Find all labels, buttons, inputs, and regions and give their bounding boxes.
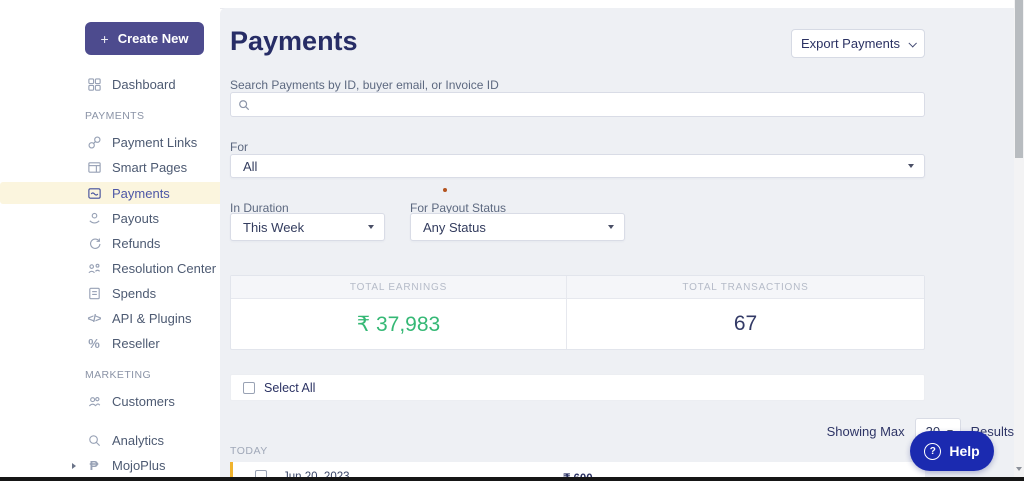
mojo-glyph: ₱: [90, 458, 99, 473]
sidebar-section-payments: PAYMENTS: [0, 107, 220, 124]
page-title: Payments: [230, 26, 358, 57]
totals-value-row: ₹ 37,983 67: [231, 299, 924, 349]
sidebar-item-resolution-center[interactable]: Resolution Center: [0, 256, 220, 281]
sidebar-item-reseller[interactable]: % Reseller: [0, 331, 220, 356]
sidebar-item-payments[interactable]: Payments: [0, 182, 220, 204]
link-icon: [86, 135, 102, 151]
dashboard-icon: [86, 77, 102, 93]
analytics-icon: [86, 433, 102, 449]
sidebar-item-label: MojoPlus: [112, 458, 165, 473]
sidebar-item-label: API & Plugins: [112, 311, 192, 326]
percent-icon: %: [86, 336, 102, 352]
pages-icon: [86, 160, 102, 176]
row-checkbox[interactable]: [255, 470, 267, 477]
scrollbar[interactable]: [1014, 0, 1024, 477]
export-payments-label: Export Payments: [801, 36, 900, 51]
sidebar-item-label: Reseller: [112, 336, 160, 351]
totals-header-row: TOTAL EARNINGS TOTAL TRANSACTIONS: [231, 276, 924, 299]
today-group-label: TODAY: [230, 445, 268, 457]
mojoplus-icon: ₱: [86, 458, 102, 474]
customers-people-icon: [86, 394, 102, 410]
sidebar-item-label: Payment Links: [112, 135, 197, 150]
refund-arrow-icon: [86, 236, 102, 252]
create-new-label: Create New: [118, 31, 189, 46]
for-filter-select[interactable]: All: [230, 154, 925, 178]
chevron-down-icon: [908, 39, 916, 47]
percent-glyph: %: [88, 336, 100, 351]
select-all-bar[interactable]: Select All: [230, 374, 925, 401]
sidebar-item-payment-links[interactable]: Payment Links: [0, 130, 220, 155]
scrollbar-down-arrow-icon[interactable]: [1016, 467, 1022, 471]
duration-filter-value: This Week: [243, 220, 304, 235]
caret-down-icon: [368, 225, 374, 229]
total-transactions-header: TOTAL TRANSACTIONS: [566, 276, 924, 298]
spends-doc-icon: [86, 286, 102, 302]
sidebar-item-api-plugins[interactable]: </> API & Plugins: [0, 306, 220, 331]
sidebar-item-label: Payouts: [112, 211, 159, 226]
search-input[interactable]: [230, 92, 925, 117]
export-payments-button[interactable]: Export Payments: [791, 29, 925, 58]
expand-caret-icon[interactable]: [72, 463, 76, 469]
for-filter-value: All: [243, 159, 257, 174]
payments-dashboard: + Create New Dashboard PAYMENTS Payment …: [0, 0, 1024, 481]
payout-status-filter-value: Any Status: [423, 220, 486, 235]
total-transactions-value: 67: [566, 299, 924, 349]
resolution-people-icon: [86, 261, 102, 277]
sidebar-section-marketing: MARKETING: [0, 366, 220, 383]
sidebar-item-label: Spends: [112, 286, 156, 301]
code-glyph: </>: [88, 313, 101, 325]
payment-row-partial[interactable]: Jun 20, 2023 ₹ 600: [230, 462, 925, 477]
sidebar-item-label: Dashboard: [112, 77, 176, 92]
create-new-button[interactable]: + Create New: [85, 22, 204, 55]
main-panel: Payments Export Payments Search Payments…: [220, 8, 1014, 477]
payouts-icon: [86, 211, 102, 227]
plus-icon: +: [101, 31, 109, 47]
scrollbar-thumb[interactable]: [1015, 0, 1023, 158]
sidebar-item-payouts[interactable]: Payouts: [0, 206, 220, 231]
sidebar: + Create New Dashboard PAYMENTS Payment …: [0, 0, 220, 477]
sidebar-item-label: Payments: [112, 186, 170, 201]
sidebar-item-dashboard[interactable]: Dashboard: [0, 72, 220, 97]
bottom-edge-bar: [0, 477, 1024, 481]
payments-chart-icon: [86, 185, 102, 201]
sidebar-item-label: Smart Pages: [112, 160, 187, 175]
cursor-dot: [443, 188, 447, 192]
total-earnings-value: ₹ 37,983: [231, 299, 566, 349]
sidebar-item-refunds[interactable]: Refunds: [0, 231, 220, 256]
sidebar-item-analytics[interactable]: Analytics: [0, 428, 220, 453]
select-all-checkbox[interactable]: [243, 382, 255, 394]
help-button[interactable]: ? Help: [910, 431, 994, 471]
sidebar-item-label: Analytics: [112, 433, 164, 448]
sidebar-item-spends[interactable]: Spends: [0, 281, 220, 306]
total-earnings-header: TOTAL EARNINGS: [231, 276, 566, 298]
payout-status-filter-select[interactable]: Any Status: [410, 213, 625, 241]
code-icon: </>: [86, 311, 102, 327]
sidebar-item-customers[interactable]: Customers: [0, 389, 220, 414]
help-label: Help: [949, 443, 979, 459]
sidebar-item-smart-pages[interactable]: Smart Pages: [0, 155, 220, 180]
sidebar-item-label: Customers: [112, 394, 175, 409]
sidebar-item-mojoplus[interactable]: ₱ MojoPlus: [0, 453, 220, 478]
search-icon: [238, 98, 250, 110]
sidebar-item-label: Resolution Center: [112, 261, 216, 276]
totals-table: TOTAL EARNINGS TOTAL TRANSACTIONS ₹ 37,9…: [230, 275, 925, 350]
duration-filter-select[interactable]: This Week: [230, 213, 385, 241]
search-label: Search Payments by ID, buyer email, or I…: [230, 78, 499, 92]
for-filter-label: For: [230, 140, 248, 154]
sidebar-item-label: Refunds: [112, 236, 160, 251]
caret-down-icon: [608, 225, 614, 229]
select-all-label: Select All: [264, 381, 315, 395]
sidebar-nav: Dashboard PAYMENTS Payment Links Smart P…: [0, 72, 220, 478]
search-field-wrap: [230, 92, 925, 117]
caret-down-icon: [908, 164, 914, 168]
showing-max-label: Showing Max: [827, 424, 905, 439]
question-mark-icon: ?: [924, 443, 941, 460]
